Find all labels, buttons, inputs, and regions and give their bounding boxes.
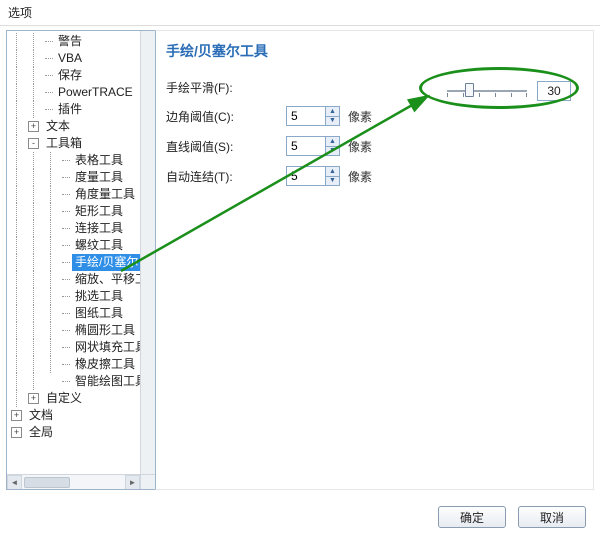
tree-item[interactable]: 警告 bbox=[11, 33, 155, 50]
tree-item[interactable]: PowerTRACE bbox=[11, 84, 155, 101]
tree-item[interactable]: 连接工具 bbox=[11, 220, 155, 237]
slider-thumb-icon[interactable] bbox=[465, 83, 474, 97]
window-title: 选项 bbox=[0, 0, 600, 25]
line-label: 直线阈值(S): bbox=[166, 138, 286, 155]
spin-up-icon[interactable]: ▲ bbox=[325, 137, 339, 147]
smooth-slider-group: 30 bbox=[447, 81, 571, 101]
settings-panel: 手绘/贝塞尔工具 手绘平滑(F): 边角阈值(C): ▲ ▼ 像素 直线阈值(S… bbox=[155, 30, 594, 490]
auto-spinner[interactable]: ▲ ▼ bbox=[286, 166, 340, 186]
unit-label: 像素 bbox=[348, 108, 372, 125]
tree-item-text[interactable]: + 文本 bbox=[11, 118, 155, 135]
unit-label: 像素 bbox=[348, 138, 372, 155]
smooth-label: 手绘平滑(F): bbox=[166, 79, 286, 96]
scroll-left-icon[interactable]: ◄ bbox=[7, 475, 22, 490]
tree-v-scrollbar[interactable] bbox=[140, 31, 155, 474]
tree-item[interactable]: 网状填充工具 bbox=[11, 339, 155, 356]
tree-item[interactable]: 角度量工具 bbox=[11, 186, 155, 203]
ok-button[interactable]: 确定 bbox=[438, 506, 506, 528]
scroll-right-icon[interactable]: ► bbox=[125, 475, 140, 490]
tree-item-custom[interactable]: + 自定义 bbox=[11, 390, 155, 407]
scroll-corner bbox=[140, 474, 155, 489]
expand-icon[interactable]: + bbox=[28, 121, 39, 132]
tree-item[interactable]: 智能绘图工具 bbox=[11, 373, 155, 390]
line-spinner[interactable]: ▲ ▼ bbox=[286, 136, 340, 156]
smooth-slider[interactable] bbox=[447, 81, 527, 101]
spin-down-icon[interactable]: ▼ bbox=[325, 147, 339, 156]
corner-input[interactable] bbox=[287, 107, 325, 125]
tree-item[interactable]: 插件 bbox=[11, 101, 155, 118]
line-input[interactable] bbox=[287, 137, 325, 155]
options-tree[interactable]: 警告 VBA 保存 PowerTRACE 插件 + 文本 - 工具箱 bbox=[6, 30, 156, 490]
auto-input[interactable] bbox=[287, 167, 325, 185]
auto-row: 自动连结(T): ▲ ▼ 像素 bbox=[166, 166, 583, 186]
corner-spinner[interactable]: ▲ ▼ bbox=[286, 106, 340, 126]
spin-down-icon[interactable]: ▼ bbox=[325, 117, 339, 126]
tree-item[interactable]: 缩放、平移工 bbox=[11, 271, 155, 288]
tree-item[interactable]: 橡皮擦工具 bbox=[11, 356, 155, 373]
tree-item[interactable]: 矩形工具 bbox=[11, 203, 155, 220]
cancel-button[interactable]: 取消 bbox=[518, 506, 586, 528]
tree-item[interactable]: 图纸工具 bbox=[11, 305, 155, 322]
panel-heading: 手绘/贝塞尔工具 bbox=[166, 41, 583, 61]
dialog-buttons: 确定 取消 bbox=[438, 506, 586, 528]
tree-item[interactable]: VBA bbox=[11, 50, 155, 67]
smooth-value[interactable]: 30 bbox=[537, 81, 571, 101]
tree-item[interactable]: 椭圆形工具 bbox=[11, 322, 155, 339]
tree-item[interactable]: 表格工具 bbox=[11, 152, 155, 169]
expand-icon[interactable]: + bbox=[11, 410, 22, 421]
spin-up-icon[interactable]: ▲ bbox=[325, 167, 339, 177]
tree-item[interactable]: 度量工具 bbox=[11, 169, 155, 186]
tree-item-doc[interactable]: + 文档 bbox=[11, 407, 155, 424]
expand-icon[interactable]: + bbox=[28, 393, 39, 404]
corner-label: 边角阈值(C): bbox=[166, 108, 286, 125]
tree-item-toolbox[interactable]: - 工具箱 bbox=[11, 135, 155, 152]
auto-label: 自动连结(T): bbox=[166, 168, 286, 185]
corner-row: 边角阈值(C): ▲ ▼ 像素 bbox=[166, 106, 583, 126]
expand-icon[interactable]: + bbox=[11, 427, 22, 438]
unit-label: 像素 bbox=[348, 168, 372, 185]
line-row: 直线阈值(S): ▲ ▼ 像素 bbox=[166, 136, 583, 156]
main-area: 警告 VBA 保存 PowerTRACE 插件 + 文本 - 工具箱 bbox=[0, 25, 600, 495]
tree-item[interactable]: 螺纹工具 bbox=[11, 237, 155, 254]
collapse-icon[interactable]: - bbox=[28, 138, 39, 149]
tree-item-freehand[interactable]: 手绘/贝塞尔 bbox=[11, 254, 155, 271]
tree-item[interactable]: 保存 bbox=[11, 67, 155, 84]
tree-item[interactable]: 挑选工具 bbox=[11, 288, 155, 305]
tree-h-scrollbar[interactable]: ◄ ► bbox=[7, 474, 140, 489]
spin-down-icon[interactable]: ▼ bbox=[325, 177, 339, 186]
spin-up-icon[interactable]: ▲ bbox=[325, 107, 339, 117]
tree-item-global[interactable]: + 全局 bbox=[11, 424, 155, 441]
